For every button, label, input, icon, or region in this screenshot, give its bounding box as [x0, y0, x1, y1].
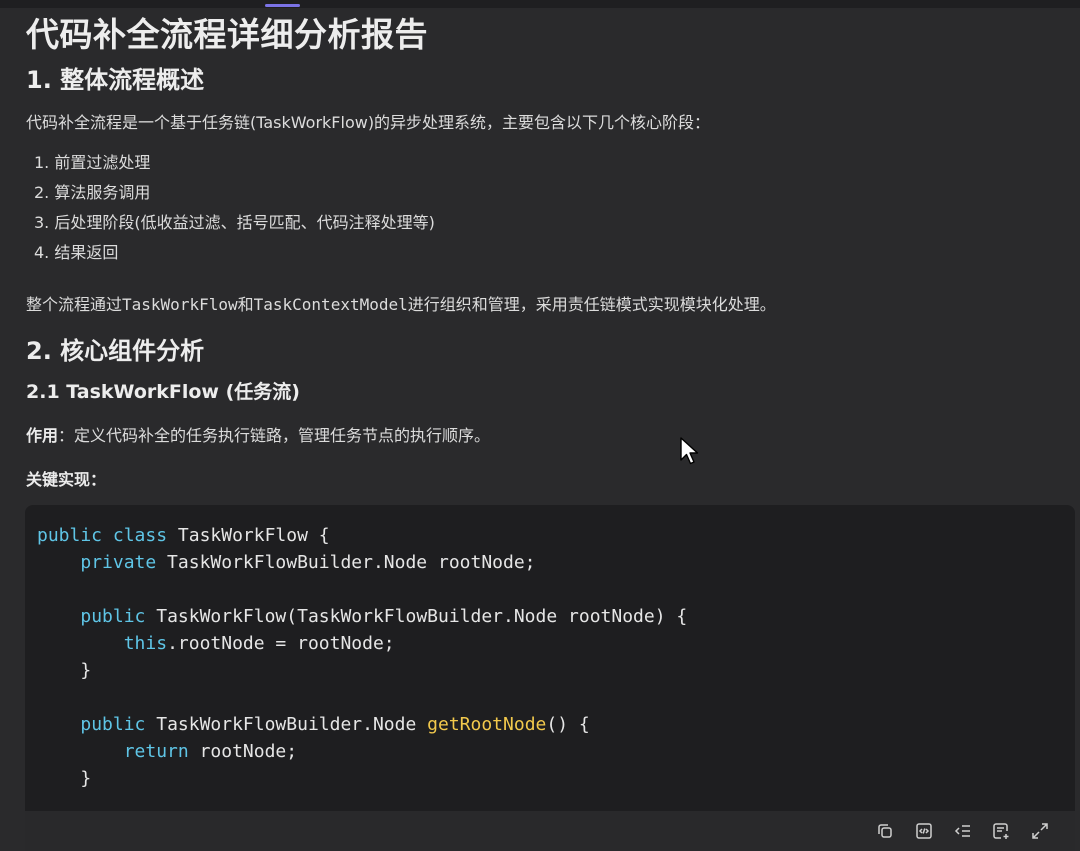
top-strip [0, 0, 1080, 8]
code-line: public TaskWorkFlowBuilder.Node getRootN… [37, 711, 687, 738]
code-text: .rootNode = rootNode; [167, 633, 395, 654]
expand-icon[interactable] [1030, 821, 1050, 841]
list-item: 4. 结果返回 [34, 243, 119, 262]
code-keyword: this [123, 633, 168, 654]
summary-mid: 和 [237, 295, 254, 314]
code-toolbar [25, 811, 1075, 851]
code-text: } [37, 768, 92, 789]
indent-icon[interactable] [953, 821, 973, 841]
code-keyword: return [123, 741, 189, 762]
stage-list: 1. 前置过滤处理 2. 算法服务调用 3. 后处理阶段(低收益过滤、括号匹配、… [34, 150, 435, 270]
code-keyword: public [37, 525, 103, 546]
section-heading-1: 1. 整体流程概述 [26, 66, 205, 94]
code-keyword: public [80, 714, 146, 735]
subsection-heading: 2.1 TaskWorkFlow (任务流) [26, 381, 300, 403]
copy-icon[interactable] [875, 821, 895, 841]
role-label: 作用 [26, 426, 59, 445]
section-heading-2: 2. 核心组件分析 [26, 337, 205, 365]
inline-code: TaskContextModel [253, 295, 408, 314]
code-line: return rootNode; [37, 738, 687, 765]
code-line: this.rootNode = rootNode; [37, 630, 687, 657]
code-text: } [37, 660, 92, 681]
code-line: } [37, 765, 687, 792]
code-text: () { [546, 714, 590, 735]
summary-suffix: 进行组织和管理，采用责任链模式实现模块化处理。 [407, 295, 776, 314]
summary-paragraph: 整个流程通过TaskWorkFlow和TaskContextModel进行组织和… [26, 291, 776, 315]
code-icon[interactable] [914, 821, 934, 841]
code-keyword: class [112, 525, 168, 546]
code-text: TaskWorkFlowBuilder.Node [145, 714, 428, 735]
code-line: private TaskWorkFlowBuilder.Node rootNod… [37, 549, 687, 576]
code-line: public class TaskWorkFlow { [37, 522, 687, 549]
list-item: 1. 前置过滤处理 [34, 153, 151, 172]
code-line: public TaskWorkFlow(TaskWorkFlowBuilder.… [37, 603, 687, 630]
code-keyword: public [80, 606, 146, 627]
intro-paragraph: 代码补全流程是一个基于任务链(TaskWorkFlow)的异步处理系统，主要包含… [26, 113, 711, 132]
page-title: 代码补全流程详细分析报告 [26, 15, 428, 54]
code-function: getRootNode [427, 714, 547, 735]
key-impl-label: 关键实现： [26, 470, 107, 489]
inline-code: TaskWorkFlow [122, 295, 238, 314]
code-text: TaskWorkFlow(TaskWorkFlowBuilder.Node ro… [145, 606, 688, 627]
active-tab-indicator [265, 4, 300, 7]
code-line: } [37, 657, 687, 684]
mouse-cursor-icon [679, 436, 701, 466]
code-text: rootNode; [188, 741, 298, 762]
summary-prefix: 整个流程通过 [26, 295, 123, 314]
list-item: 2. 算法服务调用 [34, 183, 151, 202]
insert-icon[interactable] [991, 821, 1011, 841]
code-text: TaskWorkFlowBuilder.Node rootNode; [156, 552, 536, 573]
list-item: 3. 后处理阶段(低收益过滤、括号匹配、代码注释处理等) [34, 213, 435, 232]
code-block[interactable]: public class TaskWorkFlow { private Task… [25, 505, 1075, 851]
code-content: public class TaskWorkFlow { private Task… [37, 522, 687, 792]
role-text: ：定义代码补全的任务执行链路，管理任务节点的执行顺序。 [58, 426, 491, 445]
code-keyword: private [80, 552, 157, 573]
code-text: TaskWorkFlow { [167, 525, 330, 546]
key-impl-paragraph: 关键实现： [26, 466, 106, 490]
role-paragraph: 作用：定义代码补全的任务执行链路，管理任务节点的执行顺序。 [26, 422, 490, 446]
